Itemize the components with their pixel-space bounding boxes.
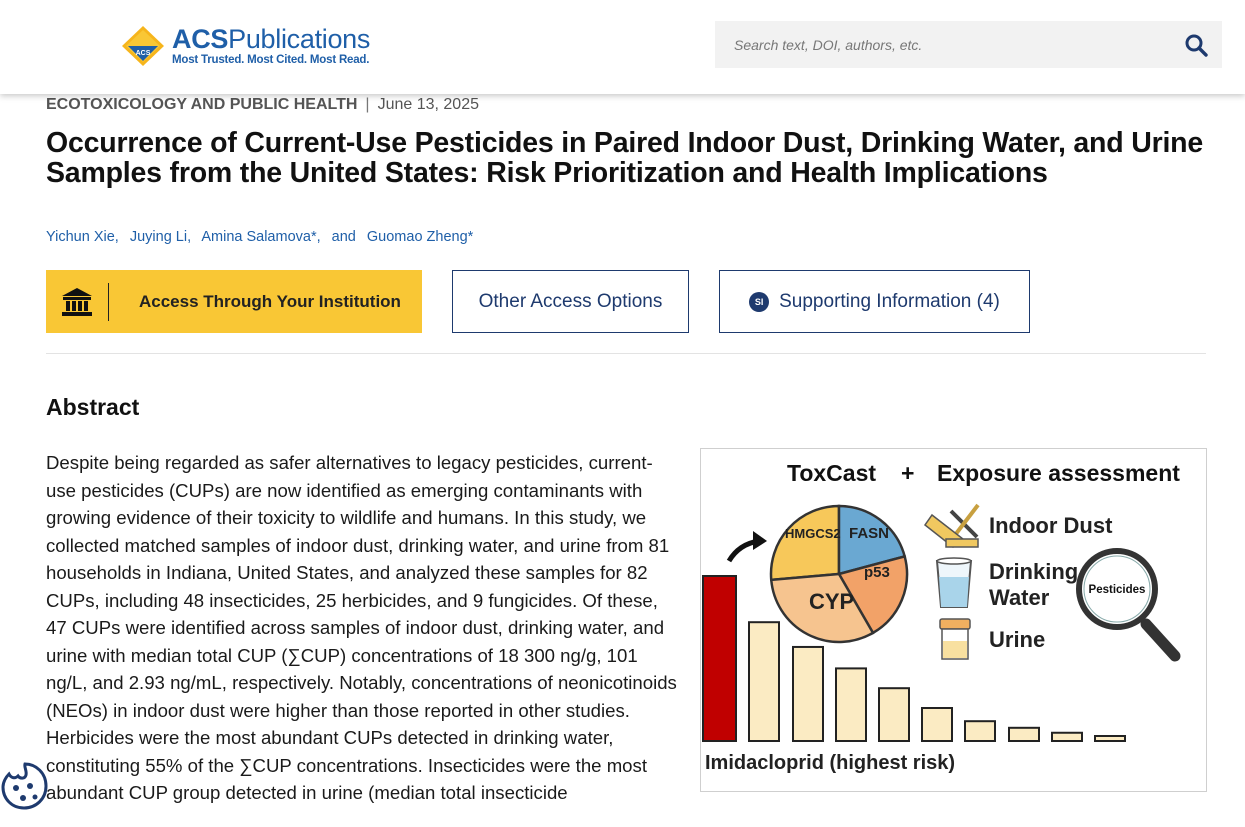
logo-publications: Publications [228, 23, 371, 54]
author-and: and [331, 229, 356, 245]
indoor-dust-label: Indoor Dust [989, 513, 1113, 538]
graphical-abstract[interactable]: ToxCast + Exposure assessment HMGCS2 FAS… [700, 448, 1207, 792]
abstract-text: Despite being regarded as safer alternat… [46, 452, 677, 803]
graphical-abstract-figure: ToxCast + Exposure assessment HMGCS2 FAS… [702, 460, 1181, 774]
urine-label: Urine [989, 627, 1045, 652]
acs-diamond-logo-icon: ACS [122, 26, 164, 66]
broom-icon [923, 503, 980, 548]
risk-bar [1008, 726, 1040, 742]
pie-label-hmgcs2: HMGCS2 [785, 526, 841, 541]
water-label: Water [989, 585, 1050, 610]
logo-tagline: Most Trusted. Most Cited. Most Read. [172, 53, 370, 66]
risk-bar [835, 667, 867, 742]
author-link[interactable]: Amina Salamova*, [201, 229, 320, 245]
drinking-label: Drinking [989, 559, 1078, 584]
article-meta: ECOTOXICOLOGY AND PUBLIC HEALTH | June 13,… [46, 96, 479, 114]
supporting-information-label: Supporting Information (4) [779, 290, 1000, 312]
logo-acs: ACS [172, 23, 229, 54]
plus-sign: + [901, 460, 914, 486]
pie-wedge-hmgcs2 [769, 504, 841, 582]
risk-bar [1051, 731, 1083, 742]
risk-bar [921, 707, 953, 742]
magnifier-icon [1076, 548, 1181, 662]
risk-bar [792, 645, 824, 742]
site-header: ACS ACSPublications Most Trusted. Most C… [0, 0, 1245, 94]
button-divider [108, 282, 109, 321]
risk-bar [1094, 735, 1126, 742]
pie-label-fasn: FASN [849, 525, 889, 542]
other-access-options-button[interactable]: Other Access Options [452, 270, 689, 333]
section-divider [46, 353, 1206, 354]
risk-bar [878, 687, 910, 742]
author-link[interactable]: Yichun Xie, [46, 229, 119, 245]
supporting-information-button[interactable]: SI Supporting Information (4) [719, 270, 1030, 333]
pie-label-p53: p53 [864, 564, 890, 581]
urine-cup-icon [939, 618, 971, 660]
author-link[interactable]: Juying Li, [130, 229, 191, 245]
institution-button-label: Access Through Your Institution [139, 291, 401, 311]
search-bar [715, 21, 1222, 68]
search-input[interactable] [715, 21, 1165, 68]
bank-icon [62, 287, 92, 316]
acs-publications-logo[interactable]: ACS ACSPublications Most Trusted. Most C… [120, 22, 382, 70]
risk-bar [964, 720, 996, 743]
author-link[interactable]: Guomao Zheng* [367, 229, 473, 245]
si-icon: SI [749, 291, 770, 312]
pie-label-cyp: CYP [809, 589, 854, 614]
risk-bar-series [702, 575, 1126, 743]
risk-bar [748, 621, 780, 742]
access-through-institution-button[interactable]: Access Through Your Institution [46, 270, 422, 333]
article-title: Occurrence of Current-Use Pesticides in … [46, 127, 1204, 189]
meta-separator: | [365, 96, 370, 113]
water-glass-icon [935, 557, 973, 608]
publication-date: June 13, 2025 [377, 96, 479, 113]
exposure-assessment-label: Exposure assessment [937, 460, 1180, 486]
arrow-head-icon [753, 531, 767, 550]
search-icon[interactable] [1184, 33, 1208, 57]
other-access-label: Other Access Options [478, 290, 663, 312]
magnifier-label: Pesticides [1089, 584, 1146, 596]
article-category[interactable]: ECOTOXICOLOGY AND PUBLIC HEALTH [46, 96, 357, 113]
author-list: Yichun Xie, Juying Li, Amina Salamova*, … [46, 229, 480, 245]
logo-diamond-text: ACS [136, 50, 151, 57]
toxcast-label: ToxCast [787, 460, 876, 486]
cookie-icon[interactable] [0, 760, 50, 812]
bar-caption: Imidacloprid (highest risk) [705, 752, 955, 774]
abstract-heading: Abstract [46, 394, 140, 420]
risk-bar-highlight [702, 575, 737, 742]
